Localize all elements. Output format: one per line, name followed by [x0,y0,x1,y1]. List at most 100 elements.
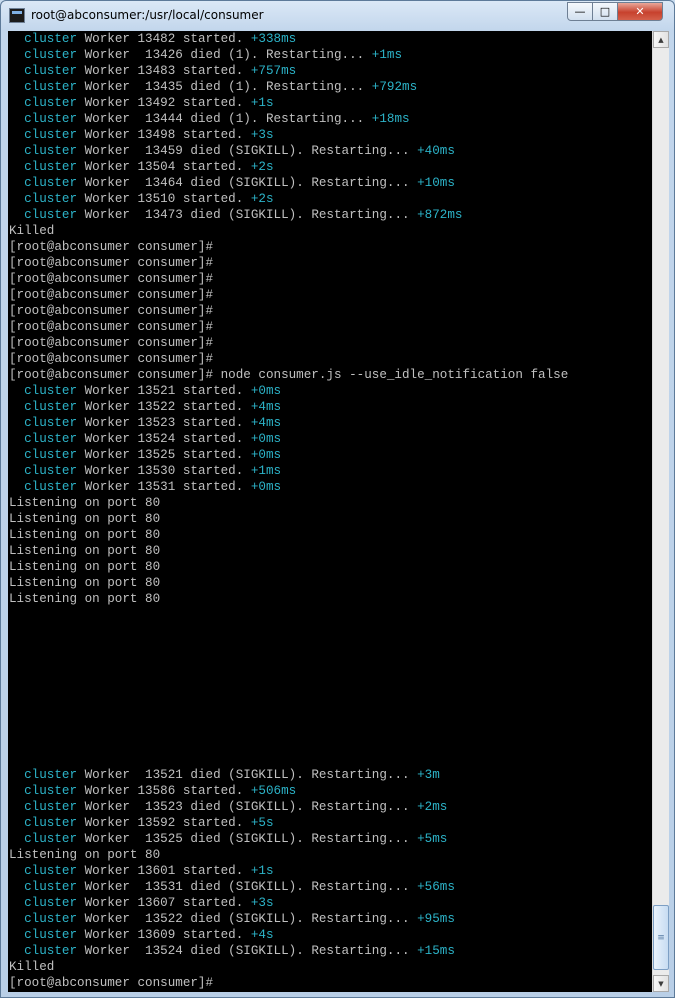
cluster-tag: cluster [24,416,78,430]
log-message: Worker 13523 started. [84,416,251,430]
output-line: [root@abconsumer consumer]# [9,240,214,254]
elapsed-time: +95ms [417,912,455,926]
cluster-log-line: cluster Worker 13459 died (SIGKILL). Res… [8,143,652,159]
log-message: Worker 13522 started. [84,400,251,414]
log-message: Worker 13521 died (SIGKILL). Restarting.… [84,768,418,782]
output-line: Killed [9,224,55,238]
output-line: Listening on port 80 [9,592,161,606]
output-line: [root@abconsumer consumer]# [9,352,214,366]
log-message: Worker 13530 started. [84,464,251,478]
cluster-log-line: cluster Worker 13523 died (SIGKILL). Res… [8,799,652,815]
log-message: Worker 13531 died (SIGKILL). Restarting.… [84,880,418,894]
cluster-log-line: cluster Worker 13592 started. +5s [8,815,652,831]
cluster-log-line: cluster Worker 13426 died (1). Restartin… [8,47,652,63]
maximize-button[interactable]: □ [592,2,618,21]
cluster-tag: cluster [24,160,78,174]
output-line: Listening on port 80 [9,512,161,526]
cluster-log-line: cluster Worker 13607 started. +3s [8,895,652,911]
log-message: Worker 13524 started. [84,432,251,446]
cluster-tag: cluster [24,384,78,398]
cluster-log-line: cluster Worker 13525 died (SIGKILL). Res… [8,831,652,847]
elapsed-time: +0ms [250,480,282,494]
elapsed-time: +1ms [371,48,403,62]
log-message: Worker 13492 started. [84,96,251,110]
cluster-log-line: cluster Worker 13525 started. +0ms [8,447,652,463]
elapsed-time: +2s [250,192,274,206]
elapsed-time: +5ms [417,832,448,846]
scroll-thumb[interactable]: ≡ [653,905,669,970]
elapsed-time: +40ms [417,144,455,158]
output-line: [root@abconsumer consumer]# [9,256,214,270]
vertical-scrollbar[interactable]: ▲ ≡ ▼ [652,31,669,992]
log-message: Worker 13473 died (SIGKILL). Restarting.… [84,208,418,222]
cluster-tag: cluster [24,816,78,830]
cluster-tag: cluster [24,48,78,62]
terminal-output[interactable]: cluster Worker 13482 started. +338ms clu… [8,31,652,992]
cluster-tag: cluster [24,832,78,846]
cluster-log-line: cluster Worker 13473 died (SIGKILL). Res… [8,207,652,223]
cluster-log-line: cluster Worker 13492 started. +1s [8,95,652,111]
cluster-tag: cluster [24,208,78,222]
output-line: Listening on port 80 [9,848,161,862]
cluster-log-line: cluster Worker 13609 started. +4s [8,927,652,943]
scroll-up-icon: ▲ [658,35,664,44]
cluster-log-line: cluster Worker 13482 started. +338ms [8,31,652,47]
cluster-log-line: cluster Worker 13504 started. +2s [8,159,652,175]
scroll-down-button[interactable]: ▼ [653,975,669,992]
elapsed-time: +3s [250,896,274,910]
window-bottom-frame [1,992,674,998]
cluster-tag: cluster [24,128,78,142]
scroll-down-icon: ▼ [658,979,664,988]
cluster-tag: cluster [24,864,78,878]
cluster-log-line: cluster Worker 13601 started. +1s [8,863,652,879]
maximize-icon: □ [599,5,611,18]
log-message: Worker 13510 started. [84,192,251,206]
cluster-log-line: cluster Worker 13522 started. +4ms [8,399,652,415]
log-message: Worker 13482 started. [84,32,251,46]
output-line: Listening on port 80 [9,576,161,590]
minimize-button[interactable]: — [567,2,593,21]
output-line: Listening on port 80 [9,528,161,542]
output-line: [root@abconsumer consumer]# [9,272,214,286]
cluster-log-line: cluster Worker 13521 started. +0ms [8,383,652,399]
cluster-tag: cluster [24,32,78,46]
output-line: [root@abconsumer consumer]# [9,288,214,302]
window-title: root@abconsumer:/usr/local/consumer [31,8,264,22]
output-line: [root@abconsumer consumer]# [9,976,214,990]
elapsed-time: +872ms [417,208,463,222]
cluster-tag: cluster [24,800,78,814]
terminal-app-icon[interactable] [9,8,25,23]
cluster-tag: cluster [24,448,78,462]
log-message: Worker 13522 died (SIGKILL). Restarting.… [84,912,418,926]
close-button[interactable]: ✕ [617,2,663,21]
log-message: Worker 13525 started. [84,448,251,462]
log-message: Worker 13609 started. [84,928,251,942]
cluster-log-line: cluster Worker 13522 died (SIGKILL). Res… [8,911,652,927]
output-line: [root@abconsumer consumer]# [9,304,214,318]
cluster-log-line: cluster Worker 13521 died (SIGKILL). Res… [8,767,652,783]
elapsed-time: +56ms [417,880,455,894]
log-message: Worker 13586 started. [84,784,251,798]
elapsed-time: +4ms [250,400,282,414]
output-line: [root@abconsumer consumer]# [9,320,214,334]
elapsed-time: +1s [250,864,274,878]
output-line: [root@abconsumer consumer]# [9,336,214,350]
output-line: Listening on port 80 [9,496,161,510]
cluster-tag: cluster [24,464,78,478]
cluster-log-line: cluster Worker 13523 started. +4ms [8,415,652,431]
output-line: Listening on port 80 [9,560,161,574]
output-line: Listening on port 80 [9,544,161,558]
cluster-tag: cluster [24,64,78,78]
log-message: Worker 13601 started. [84,864,251,878]
scroll-up-button[interactable]: ▲ [653,31,669,48]
cluster-tag: cluster [24,400,78,414]
title-bar[interactable]: root@abconsumer:/usr/local/consumer — □ … [1,1,674,31]
elapsed-time: +18ms [371,112,410,126]
cluster-tag: cluster [24,912,78,926]
minimize-icon: — [574,5,586,18]
elapsed-time: +3s [250,128,274,142]
cluster-tag: cluster [24,768,78,782]
